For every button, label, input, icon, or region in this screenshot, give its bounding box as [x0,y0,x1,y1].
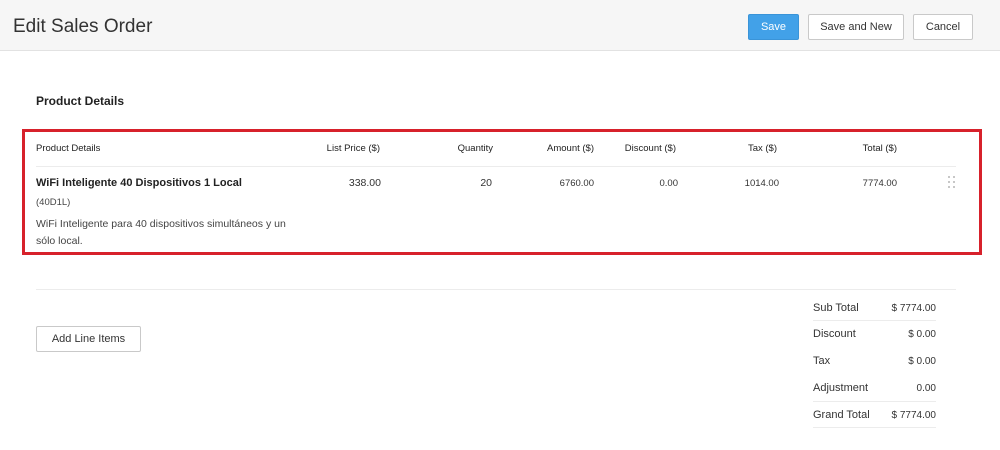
summary-separator [813,320,936,321]
page-title: Edit Sales Order [13,16,153,37]
discount-cell[interactable]: 0.00 [660,178,679,189]
adjustment-label: Adjustment [813,382,869,394]
discount-label: Discount [813,328,856,340]
column-header-discount: Discount ($) [624,143,676,154]
save-button[interactable]: Save [748,14,799,40]
section-title: Product Details [36,94,125,108]
summary-separator [813,401,936,402]
save-and-new-button[interactable]: Save and New [808,14,904,40]
discount-value[interactable]: $ 0.00 [908,329,936,340]
tax-label: Tax [813,355,831,367]
total-cell: 7774.00 [862,178,897,189]
tax-cell[interactable]: 1014.00 [745,178,779,189]
amount-cell: 6760.00 [559,178,594,189]
product-description[interactable]: WiFi Inteligente para 40 dispositivos si… [36,216,306,250]
section-divider [36,289,956,290]
header-separator [36,166,956,167]
column-header-quantity: Quantity [457,143,493,154]
column-header-product-details: Product Details [36,143,101,154]
cancel-button[interactable]: Cancel [913,14,973,40]
column-header-amount: Amount ($) [547,143,594,154]
product-name[interactable]: WiFi Inteligente 40 Dispositivos 1 Local [36,177,242,189]
column-header-list-price: List Price ($) [326,143,380,154]
column-header-total: Total ($) [862,143,897,154]
column-header-tax: Tax ($) [747,143,777,154]
summary-separator [813,427,936,428]
sub-total-value: $ 7774.00 [891,303,937,314]
product-code: (40D1L) [36,197,71,208]
grand-total-label: Grand Total [813,409,870,421]
adjustment-value[interactable]: 0.00 [917,383,936,394]
tax-value[interactable]: $ 0.00 [908,356,936,367]
grand-total-value: $ 7774.00 [891,410,937,421]
sub-total-label: Sub Total [813,302,859,314]
add-line-items-button[interactable]: Add Line Items [36,326,141,352]
list-price-cell[interactable]: 338.00 [349,177,381,189]
quantity-cell[interactable]: 20 [480,177,492,189]
page-header: Edit Sales Order Save Save and New Cance… [0,0,1000,51]
drag-handle-icon[interactable] [947,175,957,191]
